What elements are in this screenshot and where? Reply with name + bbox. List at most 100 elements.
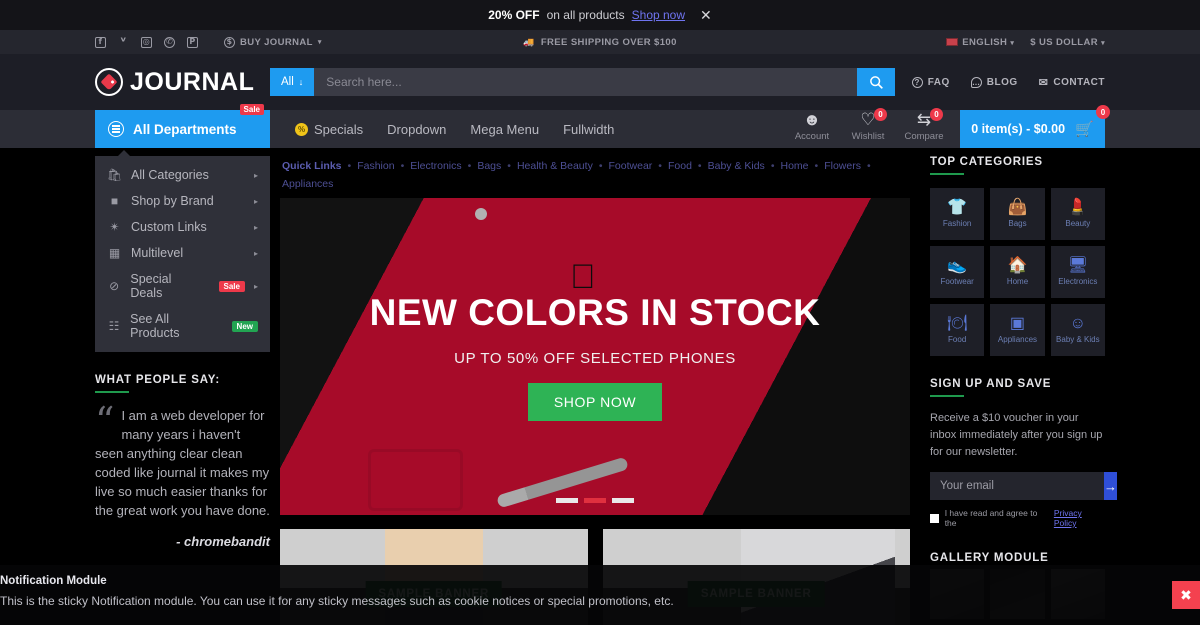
chevron-right-icon: ▸ bbox=[253, 170, 258, 180]
lipstick-icon: 💄 bbox=[1067, 199, 1088, 216]
separator: • bbox=[507, 160, 511, 172]
quick-link-home[interactable]: Home bbox=[781, 160, 809, 172]
divider bbox=[930, 173, 964, 175]
carousel-dot-3[interactable] bbox=[612, 498, 634, 503]
nav-item-dropdown[interactable]: Dropdown bbox=[387, 122, 446, 137]
heart-icon: ♡ bbox=[860, 110, 876, 129]
hero-carousel[interactable]:  NEW COLORS IN STOCK UP TO 50% OFF SELE… bbox=[280, 198, 910, 515]
promo-bar: 20% OFF on all products Shop now ✕ bbox=[0, 0, 1200, 30]
nav-actions: ☻ Account ♡ 0 Wishlist ⇆ 0 Compare 0 ite… bbox=[784, 105, 1110, 148]
apple-icon: ■ bbox=[110, 194, 119, 208]
nav-item-fullwidth[interactable]: Fullwidth bbox=[563, 122, 614, 137]
carousel-indicators bbox=[280, 498, 910, 503]
main-column: Quick Links • Fashion • Electronics • Ba… bbox=[280, 148, 910, 625]
separator: • bbox=[770, 160, 775, 172]
logo[interactable]: JOURNAL bbox=[95, 68, 265, 97]
category-tile-home[interactable]: 🏠 Home bbox=[990, 246, 1045, 298]
wishlist-badge: 0 bbox=[874, 108, 887, 121]
tshirt-icon: 👕 bbox=[947, 199, 968, 216]
category-tile-beauty[interactable]: 💄 Beauty bbox=[1050, 188, 1105, 240]
privacy-policy-link[interactable]: Privacy Policy bbox=[1054, 508, 1105, 528]
testimonial-body: “ I am a web developer for many years i … bbox=[95, 399, 270, 520]
quick-link-food[interactable]: Food bbox=[668, 160, 692, 172]
close-icon[interactable]: ✕ bbox=[700, 7, 712, 24]
quick-link-bags[interactable]: Bags bbox=[477, 160, 501, 172]
email-input[interactable] bbox=[930, 472, 1104, 500]
storefront-page: 20% OFF on all products Shop now ✕ f ᵛ ◎… bbox=[0, 0, 1200, 625]
separator: • bbox=[467, 160, 472, 172]
quick-link-appliances[interactable]: Appliances bbox=[282, 178, 333, 190]
nav-item-specials[interactable]: % Specials bbox=[295, 122, 363, 137]
chevron-right-icon: ▸ bbox=[253, 196, 258, 206]
store-icon: ☷ bbox=[108, 319, 120, 333]
newsletter-text: Receive a $10 voucher in your inbox imme… bbox=[930, 412, 1103, 458]
privacy-checkbox[interactable] bbox=[930, 513, 939, 523]
hero-content: NEW COLORS IN STOCK UP TO 50% OFF SELECT… bbox=[280, 198, 910, 515]
category-label: Food bbox=[948, 335, 967, 344]
logo-text: JOURNAL bbox=[130, 67, 255, 96]
menu-item-label: See All Products bbox=[130, 312, 180, 340]
search-submit-button[interactable] bbox=[857, 68, 895, 96]
quick-link-electronics[interactable]: Electronics bbox=[410, 160, 461, 172]
all-departments-button[interactable]: All Departments Sale bbox=[95, 104, 270, 148]
quick-link-flowers[interactable]: Flowers bbox=[824, 160, 861, 172]
nav-item-mega-menu[interactable]: Mega Menu bbox=[470, 122, 539, 137]
envelope-icon: ✉ bbox=[1038, 76, 1049, 89]
menu-item-all-categories[interactable]: 🛍 All Categories ▸ bbox=[95, 162, 270, 188]
header-link-contact[interactable]: ✉ CONTACT bbox=[1039, 76, 1105, 89]
testimonial-text: I am a web developer for many years i ha… bbox=[95, 408, 270, 518]
top-categories-title: TOP CATEGORIES bbox=[930, 156, 1043, 168]
wishlist-button[interactable]: ♡ 0 Wishlist bbox=[840, 108, 896, 142]
free-shipping-notice: 🚚 FREE SHIPPING OVER $100 bbox=[0, 37, 1200, 48]
search-scope-dropdown[interactable]: All ↓ bbox=[270, 68, 315, 96]
chevron-right-icon: ▸ bbox=[253, 248, 258, 258]
hero-shop-now-button[interactable]: SHOP NOW bbox=[527, 383, 663, 421]
privacy-consent-label: I have read and agree to the bbox=[944, 508, 1038, 528]
notification-close-icon[interactable]: ✖ bbox=[1172, 581, 1200, 609]
category-tile-appliances[interactable]: ▣ Appliances bbox=[990, 304, 1045, 356]
logo-mark-icon bbox=[95, 68, 123, 96]
question-circle-icon: ? bbox=[911, 76, 923, 88]
separator: • bbox=[347, 160, 352, 172]
promo-discount: 20% OFF bbox=[488, 8, 540, 22]
category-tile-food[interactable]: 🍽 Food bbox=[930, 304, 985, 356]
menu-item-shop-by-brand[interactable]: ■ Shop by Brand ▸ bbox=[95, 188, 270, 214]
newsletter-submit-button[interactable]: → bbox=[1104, 472, 1117, 500]
compare-button[interactable]: ⇆ 0 Compare bbox=[896, 108, 952, 142]
menu-item-multilevel[interactable]: ▦ Multilevel ▸ bbox=[95, 240, 270, 266]
search-scope-label: All bbox=[281, 76, 294, 88]
header-links: ? FAQ … BLOG ✉ CONTACT bbox=[911, 76, 1105, 89]
divider bbox=[930, 395, 964, 397]
carousel-dot-1[interactable] bbox=[556, 498, 578, 503]
divider bbox=[95, 391, 129, 393]
carousel-dot-2[interactable] bbox=[584, 498, 606, 503]
category-tile-bags[interactable]: 👜 Bags bbox=[990, 188, 1045, 240]
header-link-blog[interactable]: … BLOG bbox=[970, 76, 1018, 89]
quick-link-fashion[interactable]: Fashion bbox=[357, 160, 394, 172]
quick-link-footwear[interactable]: Footwear bbox=[609, 160, 653, 172]
category-label: Bags bbox=[1008, 219, 1027, 228]
menu-item-see-all-products[interactable]: ☷ See All Products New bbox=[95, 306, 270, 346]
promo-shop-now-link[interactable]: Shop now bbox=[632, 8, 685, 22]
star-circle-icon: ✴ bbox=[109, 220, 120, 234]
category-label: Appliances bbox=[997, 335, 1038, 344]
quote-icon: “ bbox=[95, 399, 115, 443]
category-tile-baby-kids[interactable]: ☺ Baby & Kids bbox=[1050, 304, 1105, 356]
category-label: Baby & Kids bbox=[1056, 335, 1100, 344]
quick-link-health-beauty[interactable]: Health & Beauty bbox=[517, 160, 593, 172]
search-bar: All ↓ bbox=[270, 68, 895, 96]
privacy-consent-row: I have read and agree to the Privacy Pol… bbox=[930, 508, 1105, 528]
cart-button[interactable]: 0 item(s) - $0.00 🛒 0 bbox=[960, 105, 1110, 148]
search-input[interactable] bbox=[314, 68, 857, 96]
separator: • bbox=[400, 160, 405, 172]
header-link-faq[interactable]: ? FAQ bbox=[911, 76, 950, 89]
menu-item-special-deals[interactable]: ⊘ Special Deals Sale ▸ bbox=[95, 266, 270, 306]
category-tile-fashion[interactable]: 👕 Fashion bbox=[930, 188, 985, 240]
account-button[interactable]: ☻ Account bbox=[784, 110, 840, 142]
contact-label: CONTACT bbox=[1053, 76, 1105, 88]
menu-item-custom-links[interactable]: ✴ Custom Links ▸ bbox=[95, 214, 270, 240]
chevron-right-icon: ▸ bbox=[253, 222, 258, 232]
category-tile-electronics[interactable]: 🖥 Electronics bbox=[1050, 246, 1105, 298]
quick-link-baby-kids[interactable]: Baby & Kids bbox=[708, 160, 765, 172]
category-tile-footwear[interactable]: 👟 Footwear bbox=[930, 246, 985, 298]
